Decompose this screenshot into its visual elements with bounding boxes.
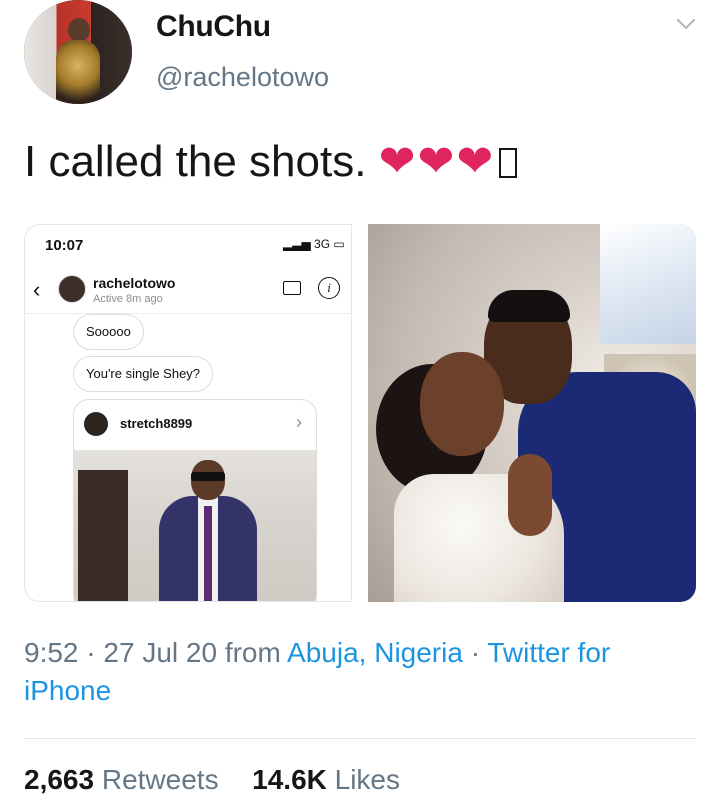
shared-post: stretch8899 › xyxy=(73,399,317,601)
tweet-meta: 9:52 · 27 Jul 20 from Abuja, Nigeria · T… xyxy=(24,634,704,710)
heart-emojis: ❤❤❤ xyxy=(378,137,496,186)
media-wedding-photo[interactable] xyxy=(368,224,696,602)
missing-glyph-icon xyxy=(499,148,518,178)
phone-status-bar: ▂▃▅ 3G ▭ xyxy=(283,237,345,251)
shared-post-photo xyxy=(74,450,316,601)
user-handle[interactable]: @rachelotowo xyxy=(156,62,329,93)
client-line1: Twitter for xyxy=(487,637,611,668)
retweets-stat[interactable]: 2,663 Retweets xyxy=(24,764,219,795)
from-label: from xyxy=(224,637,281,668)
dm-active-status: Active 8m ago xyxy=(93,293,163,305)
client-line2: iPhone xyxy=(24,675,112,706)
phone-time: 10:07 xyxy=(45,237,84,254)
chevron-down-icon[interactable] xyxy=(676,14,696,34)
message-bubble: You're single Shey? xyxy=(73,356,214,392)
tweet-time[interactable]: 9:52 xyxy=(24,637,79,668)
likes-stat[interactable]: 14.6K Likes xyxy=(252,764,400,795)
tweet-date[interactable]: 27 Jul 20 xyxy=(103,637,217,668)
separator-dot: · xyxy=(470,637,481,668)
divider xyxy=(24,738,696,739)
tweet-body: I called the shots. xyxy=(24,137,367,186)
message-bubble: Sooooo xyxy=(73,314,144,350)
media-dm-screenshot[interactable]: 10:07 ▂▃▅ 3G ▭ ‹ rachelotowo Active 8m a… xyxy=(24,224,352,602)
video-call-icon xyxy=(283,281,301,295)
location-link[interactable]: Abuja, Nigeria xyxy=(287,637,463,668)
chevron-right-icon: › xyxy=(296,412,302,432)
back-icon: ‹ xyxy=(33,277,41,302)
signal-icon: ▂▃▅ xyxy=(283,237,311,251)
dm-username: rachelotowo xyxy=(93,275,176,291)
likes-count: 14.6K xyxy=(252,764,327,795)
info-icon: i xyxy=(318,277,340,299)
avatar[interactable] xyxy=(24,0,132,104)
dm-avatar xyxy=(58,275,86,303)
tweet-stats: 2,663 Retweets 14.6K Likes xyxy=(24,764,400,796)
retweets-count: 2,663 xyxy=(24,764,95,795)
shared-post-username: stretch8899 xyxy=(120,416,193,431)
separator-dot: · xyxy=(86,637,96,668)
likes-label: Likes xyxy=(334,764,401,795)
divider xyxy=(25,313,351,314)
tweet-text: I called the shots. ❤❤❤ xyxy=(24,136,518,188)
shared-post-avatar xyxy=(84,412,108,436)
display-name[interactable]: ChuChu xyxy=(156,10,271,44)
battery-icon: ▭ xyxy=(333,237,345,251)
retweets-label: Retweets xyxy=(101,764,219,795)
network-type: 3G xyxy=(314,237,331,251)
